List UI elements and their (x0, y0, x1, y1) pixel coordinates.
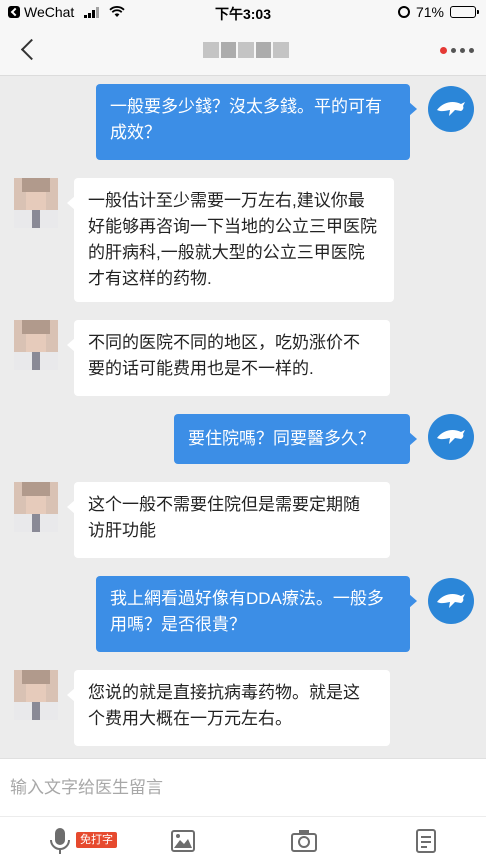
image-button[interactable] (170, 825, 196, 857)
microphone-icon (50, 828, 70, 854)
chat-title-blurred (203, 42, 289, 58)
bottom-toolbar: 免打字 (0, 816, 486, 864)
my-avatar-dolphin-icon[interactable] (428, 86, 474, 132)
more-dot-icon (469, 47, 474, 53)
my-message-bubble[interactable]: 要住院嗎？同要醫多久？ (174, 414, 417, 464)
doctor-message-bubble[interactable]: 一般估计至少需要一万左右,建议你最好能够再咨询一下当地的公立三甲医院的肝病科,一… (67, 178, 394, 302)
doctor-message-bubble[interactable]: 这个一般不需要住院但是需要定期随访肝功能 (67, 482, 390, 558)
image-icon (171, 830, 195, 852)
my-message-bubble[interactable]: 一般要多少錢？沒太多錢。平的可有成效？ (96, 84, 417, 160)
battery-icon (450, 6, 479, 18)
notes-icon (416, 829, 436, 853)
message-text: 一般要多少錢？沒太多錢。平的可有成效？ (110, 97, 382, 142)
message-text: 一般估计至少需要一万左右,建议你最好能够再咨询一下当地的公立三甲医院的肝病科,一… (88, 191, 377, 288)
more-dot-icon (451, 47, 456, 53)
notes-button[interactable] (414, 825, 438, 857)
message-input[interactable] (10, 773, 476, 803)
doctor-avatar[interactable] (14, 482, 58, 532)
alarm-icon (397, 6, 410, 18)
doctor-avatar[interactable] (14, 320, 58, 370)
message-input-area (0, 758, 486, 816)
back-chevron-icon[interactable] (16, 36, 44, 64)
status-right: 71% (397, 4, 479, 20)
my-avatar-dolphin-icon[interactable] (428, 414, 474, 460)
my-message-bubble[interactable]: 我上網看過好像有DDA療法。一般多用嗎？是否很貴？ (96, 576, 417, 652)
unread-dot-icon (440, 46, 447, 54)
camera-button[interactable] (290, 825, 318, 857)
doctor-avatar[interactable] (14, 670, 58, 720)
more-options-button[interactable] (436, 38, 478, 62)
voice-input-button[interactable] (48, 825, 72, 857)
message-text: 不同的医院不同的地区，吃奶涨价不要的话可能费用也是不一样的. (88, 333, 360, 378)
status-bar: WeChat 下午3:03 71% (0, 0, 486, 24)
message-text: 我上網看過好像有DDA療法。一般多用嗎？是否很貴？ (110, 589, 384, 634)
doctor-message-bubble[interactable]: 您说的就是直接抗病毒药物。就是这个费用大概在一万元左右。 (67, 670, 390, 746)
battery-percent: 71% (415, 4, 444, 20)
more-dot-icon (460, 47, 465, 53)
doctor-message-bubble[interactable]: 不同的医院不同的地区，吃奶涨价不要的话可能费用也是不一样的. (67, 320, 390, 396)
camera-icon (291, 830, 317, 852)
message-text: 要住院嗎？同要醫多久？ (188, 429, 375, 448)
message-text: 这个一般不需要住院但是需要定期随访肝功能 (88, 495, 360, 540)
voice-typing-badge[interactable]: 免打字 (76, 832, 117, 848)
doctor-avatar[interactable] (14, 178, 58, 228)
message-text: 您说的就是直接抗病毒药物。就是这个费用大概在一万元左右。 (88, 683, 360, 728)
nav-bar (0, 24, 486, 76)
my-avatar-dolphin-icon[interactable] (428, 578, 474, 624)
